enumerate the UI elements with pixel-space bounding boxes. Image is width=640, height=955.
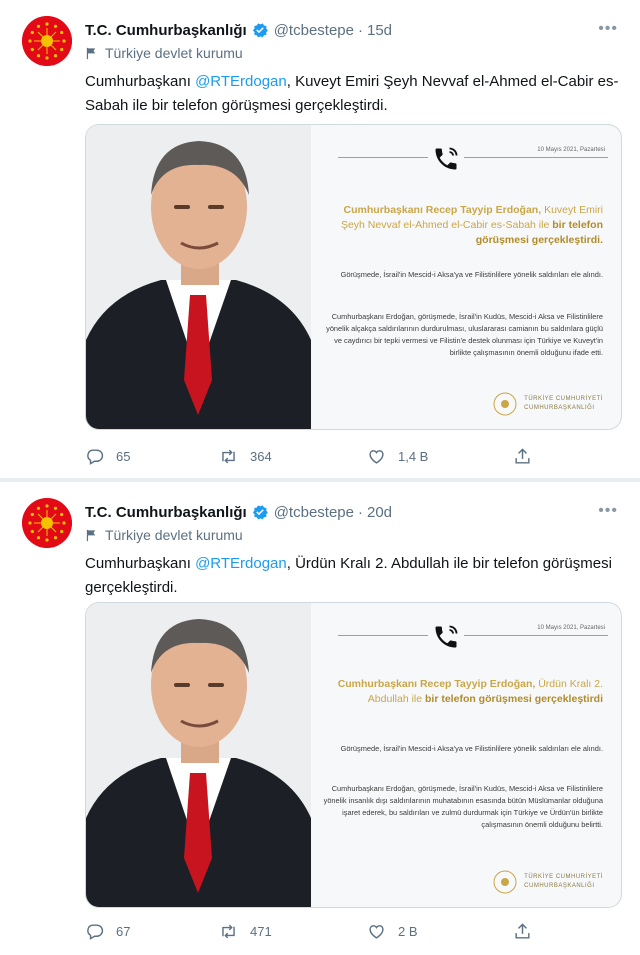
government-label: Türkiye devlet kurumu: [85, 527, 243, 543]
card-date: 10 Mayıs 2021, Pazartesi: [537, 625, 605, 631]
separator: ·: [357, 503, 363, 521]
retweet-button[interactable]: 364: [219, 447, 272, 466]
statement-card: 10 Mayıs 2021, Pazartesi Cumhurbaşkanı R…: [308, 125, 621, 429]
government-label: Türkiye devlet kurumu: [85, 45, 243, 61]
account-handle[interactable]: @tcbestepe: [274, 504, 354, 521]
like-button[interactable]: 2 B: [367, 922, 418, 941]
account-name[interactable]: T.C. Cumhurbaşkanlığı: [85, 504, 247, 521]
phone-icon: [428, 141, 464, 177]
retweet-button[interactable]: 471: [219, 922, 272, 941]
verified-icon: [252, 505, 268, 520]
avatar[interactable]: [22, 16, 72, 66]
like-icon: [369, 924, 384, 939]
retweet-icon: [222, 449, 235, 463]
card-headline: Cumhurbaşkanı Recep Tayyip Erdoğan, Ürdü…: [323, 677, 603, 707]
like-button[interactable]: 1,4 B: [367, 447, 428, 466]
portrait-illustration: [86, 603, 311, 907]
tweet-header: T.C. Cumhurbaşkanlığı @tcbestepe · 15d: [85, 19, 392, 41]
tweet[interactable]: T.C. Cumhurbaşkanlığı @tcbestepe · 20d •…: [0, 482, 640, 955]
presidential-seal-icon: [22, 16, 72, 66]
avatar[interactable]: [22, 498, 72, 548]
card-logo: TÜRKİYE CUMHURİYETİ CUMHURBAŞKANLIĞI: [492, 869, 603, 895]
retweet-count: 471: [250, 923, 272, 939]
share-icon: [515, 922, 530, 939]
account-name[interactable]: T.C. Cumhurbaşkanlığı: [85, 22, 247, 39]
verified-icon: [252, 23, 268, 38]
tweet-text: Cumhurbaşkanı @RTErdogan, Ürdün Kralı 2.…: [85, 552, 620, 600]
card-divider: [338, 635, 608, 636]
logo-line-1: TÜRKİYE CUMHURİYETİ: [524, 874, 603, 880]
card-logo: TÜRKİYE CUMHURİYETİ CUMHURBAŞKANLIĞI: [492, 391, 603, 417]
headline-a: Cumhurbaşkanı Recep Tayyip Erdoğan,: [343, 204, 542, 216]
phone-icon: [428, 619, 464, 655]
retweet-icon: [222, 924, 235, 938]
more-icon[interactable]: •••: [598, 502, 618, 520]
tweet[interactable]: T.C. Cumhurbaşkanlığı @tcbestepe · 15d •…: [0, 0, 640, 478]
portrait-photo: [86, 603, 311, 907]
account-handle[interactable]: @tcbestepe: [274, 22, 354, 39]
tweet-media-image[interactable]: 10 Mayıs 2021, Pazartesi Cumhurbaşkanı R…: [85, 602, 622, 908]
separator: ·: [357, 21, 363, 39]
share-button[interactable]: [513, 447, 544, 466]
reply-button[interactable]: 67: [85, 922, 130, 941]
tweet-actions: 65 364 1,4 B: [85, 444, 545, 468]
logo-line-2: CUMHURBAŞKANLIĞI: [524, 405, 595, 411]
logo-line-1: TÜRKİYE CUMHURİYETİ: [524, 396, 603, 402]
reply-button[interactable]: 65: [85, 447, 130, 466]
card-date: 10 Mayıs 2021, Pazartesi: [537, 147, 605, 153]
like-icon: [369, 449, 384, 464]
tweet-time[interactable]: 15d: [367, 22, 392, 39]
label-text: Türkiye devlet kurumu: [105, 45, 243, 61]
statement-card: 10 Mayıs 2021, Pazartesi Cumhurbaşkanı R…: [308, 603, 621, 907]
tweet-media-image[interactable]: 10 Mayıs 2021, Pazartesi Cumhurbaşkanı R…: [85, 124, 622, 430]
presidency-emblem-icon: [493, 392, 517, 416]
card-paragraph-1: Görüşmede, İsrail'in Mescid-i Aksa'ya ve…: [340, 744, 603, 753]
share-icon: [515, 447, 530, 464]
label-text: Türkiye devlet kurumu: [105, 527, 243, 543]
like-count: 1,4 B: [398, 448, 429, 464]
presidency-emblem-icon: [493, 870, 517, 894]
reply-count: 67: [116, 923, 131, 939]
retweet-count: 364: [250, 448, 272, 464]
mention-link[interactable]: @RTErdogan: [195, 555, 287, 572]
share-button[interactable]: [513, 922, 544, 941]
tweet-text: Cumhurbaşkanı @RTErdogan, Kuveyt Emiri Ş…: [85, 70, 620, 118]
reply-icon: [87, 923, 104, 940]
text-prefix: Cumhurbaşkanı: [85, 73, 196, 90]
portrait-photo: [86, 125, 311, 429]
logo-line-2: CUMHURBAŞKANLIĞI: [524, 883, 595, 889]
text-prefix: Cumhurbaşkanı: [85, 555, 196, 572]
portrait-illustration: [86, 125, 311, 429]
tweet-actions: 67 471 2 B: [85, 919, 545, 943]
tweet-time[interactable]: 20d: [367, 504, 392, 521]
headline-c: bir telefon görüşmesi gerçekleştirdi: [425, 693, 603, 705]
flag-label-icon: [86, 47, 96, 59]
presidential-seal-icon: [22, 498, 72, 548]
headline-a: Cumhurbaşkanı Recep Tayyip Erdoğan,: [337, 678, 536, 690]
like-count: 2 B: [398, 923, 418, 939]
card-paragraph-2: Cumhurbaşkanı Erdoğan, görüşmede, İsrail…: [323, 784, 603, 829]
card-headline: Cumhurbaşkanı Recep Tayyip Erdoğan, Kuve…: [323, 203, 603, 248]
more-icon[interactable]: •••: [598, 20, 618, 38]
flag-label-icon: [86, 529, 96, 541]
tweet-header: T.C. Cumhurbaşkanlığı @tcbestepe · 20d: [85, 501, 392, 523]
card-paragraph-2: Cumhurbaşkanı Erdoğan, görüşmede, İsrail…: [326, 312, 603, 357]
reply-icon: [87, 448, 104, 465]
card-paragraph-1: Görüşmede, İsrail'in Mescid-i Aksa'ya ve…: [340, 270, 603, 279]
mention-link[interactable]: @RTErdogan: [195, 73, 287, 90]
card-divider: [338, 157, 608, 158]
reply-count: 65: [116, 448, 131, 464]
